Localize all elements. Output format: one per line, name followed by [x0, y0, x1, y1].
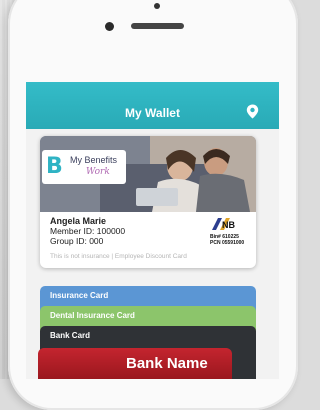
app-header: My Wallet	[26, 82, 279, 129]
proximity-sensor	[154, 3, 160, 9]
member-id: Member ID: 100000	[50, 226, 126, 236]
logo-line1: My Benefits	[70, 155, 118, 165]
bank-card-face[interactable]: Bank Name	[38, 348, 232, 379]
wallet-content: B My Benefits Work Angela Marie Member I…	[26, 129, 279, 379]
my-benefits-work-logo: B My Benefits Work	[42, 150, 126, 184]
logo-line2: Work	[86, 167, 110, 177]
front-camera	[105, 22, 114, 31]
card-disclaimer: This is not insurance | Employee Discoun…	[50, 253, 187, 260]
bank-card-label: Bank Card	[50, 331, 91, 340]
page-title: My Wallet	[125, 106, 180, 120]
pcn-number: PCN 05591000	[210, 240, 245, 246]
benefits-card[interactable]: B My Benefits Work Angela Marie Member I…	[40, 136, 256, 268]
location-pin-icon[interactable]	[246, 104, 259, 119]
nb-pharmacy-logo: NB	[212, 218, 235, 230]
group-id: Group ID: 000	[50, 236, 104, 246]
bank-name: Bank Name	[126, 355, 208, 372]
dental-card-label: Dental Insurance Card	[50, 311, 135, 320]
member-name: Angela Marie	[50, 216, 107, 226]
insurance-card-label: Insurance Card	[50, 291, 109, 300]
logo-b-icon: B	[46, 154, 63, 179]
card-photo: B My Benefits Work	[40, 136, 256, 212]
phone-screen: My Wallet B My Benefits Work Angela Mari…	[26, 82, 279, 379]
svg-text:NB: NB	[222, 220, 235, 230]
earpiece-speaker	[131, 23, 184, 29]
